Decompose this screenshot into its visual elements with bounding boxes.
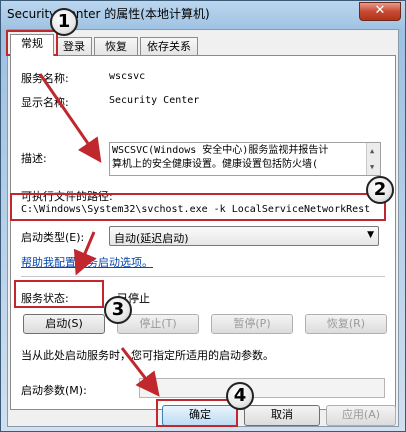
start-params-label: 启动参数(M): — [21, 384, 87, 397]
pause-button[interactable]: 暂停(P) — [211, 314, 293, 334]
tab-recovery[interactable]: 恢复 — [94, 37, 138, 56]
display-name-value: Security Center — [109, 95, 200, 106]
description-label: 描述: — [21, 152, 47, 165]
scroll-down-icon[interactable]: ▼ — [370, 160, 374, 174]
service-name-value: wscsvc — [109, 71, 146, 82]
tab-dependencies[interactable]: 依存关系 — [140, 37, 198, 56]
start-params-input[interactable] — [139, 378, 385, 398]
startup-type-select[interactable]: 自动(延迟启动) ▼ — [109, 226, 379, 246]
help-configure-link[interactable]: 帮助我配置服务启动选项。 — [21, 254, 153, 270]
step-marker-3: 3 — [104, 296, 132, 324]
highlight-ok-button — [156, 399, 238, 427]
description-box[interactable]: WSCSVC(Windows 安全中心)服务监视并报告计 算机上的安全健康设置。… — [109, 142, 381, 176]
scroll-up-icon[interactable]: ▲ — [370, 144, 374, 158]
tab-general[interactable]: 常规 — [10, 34, 54, 56]
step-marker-2: 2 — [366, 176, 394, 204]
resume-button[interactable]: 恢复(R) — [305, 314, 387, 334]
startup-type-label: 启动类型(E): — [21, 231, 85, 244]
description-line-1: WSCSVC(Windows 安全中心)服务监视并报告计 — [112, 145, 329, 156]
start-hint-text: 当从此处启动服务时，您可指定所适用的启动参数。 — [21, 349, 274, 362]
dropdown-arrow-icon[interactable]: ▼ — [367, 230, 374, 240]
display-name-label: 显示名称: — [21, 96, 69, 109]
description-line-2: 算机上的安全健康设置。健康设置包括防火墙( — [112, 159, 319, 170]
description-scrollbar[interactable]: ▲ ▼ — [366, 143, 380, 175]
general-tab-panel: 服务名称: wscsvc 显示名称: Security Center 描述: W… — [10, 55, 396, 410]
highlight-start-button — [14, 280, 104, 308]
service-name-label: 服务名称: — [21, 72, 69, 85]
window-title: Security Center 的属性(本地计算机) — [7, 7, 210, 21]
start-button[interactable]: 启动(S) — [23, 314, 105, 334]
step-marker-1: 1 — [50, 8, 78, 36]
close-icon: ✕ — [374, 3, 386, 18]
step-marker-4: 4 — [226, 382, 254, 410]
apply-button[interactable]: 应用(A) — [326, 405, 396, 426]
startup-type-value: 自动(延迟启动) — [114, 232, 189, 245]
cancel-button[interactable]: 取消 — [244, 405, 320, 426]
separator — [21, 276, 385, 277]
highlight-startup-type — [10, 193, 386, 221]
tab-logon[interactable]: 登录 — [56, 37, 92, 56]
dialog-client: 常规 登录 恢复 依存关系 服务名称: wscsvc 显示名称: Securit… — [7, 29, 399, 427]
close-button[interactable]: ✕ — [359, 2, 401, 21]
